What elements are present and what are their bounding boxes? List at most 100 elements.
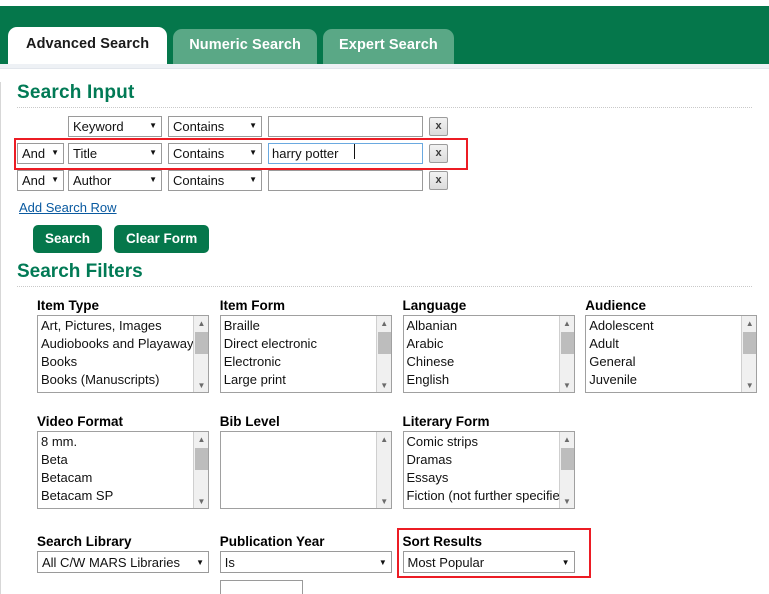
search-library-select[interactable]: All C/W MARS Libraries ▼ <box>37 551 209 573</box>
scrollbar[interactable]: ▲ ▼ <box>193 432 208 508</box>
filter-literary-form-listbox[interactable]: Comic strips Dramas Essays Fiction (not … <box>403 431 575 509</box>
list-item[interactable]: Books (Manuscripts) <box>38 371 193 389</box>
list-item[interactable]: Electronic <box>221 353 376 371</box>
list-item[interactable]: Chinese <box>404 353 559 371</box>
tab-numeric-search[interactable]: Numeric Search <box>173 29 317 64</box>
scroll-down-icon[interactable]: ▼ <box>377 494 392 508</box>
filter-bib-level-label: Bib Level <box>220 414 403 429</box>
field-select-2[interactable]: Author ▼ <box>68 170 162 191</box>
scroll-down-icon[interactable]: ▼ <box>194 494 209 508</box>
scroll-down-icon[interactable]: ▼ <box>377 378 392 392</box>
listbox-options: Comic strips Dramas Essays Fiction (not … <box>404 432 559 505</box>
filter-sort-results-label: Sort Results <box>403 534 586 549</box>
scroll-up-icon[interactable]: ▲ <box>560 432 575 446</box>
scrollbar[interactable]: ▲ ▼ <box>559 432 574 508</box>
match-select-2-value: Contains <box>173 173 243 188</box>
list-item[interactable]: Beta <box>38 451 193 469</box>
scroll-up-icon[interactable]: ▲ <box>377 316 392 330</box>
list-item[interactable]: Fiction (not further specifie <box>404 487 559 505</box>
match-select-2[interactable]: Contains ▼ <box>168 170 262 191</box>
add-search-row-link[interactable]: Add Search Row <box>19 200 117 215</box>
tab-strip: Advanced Search Numeric Search Expert Se… <box>8 27 454 64</box>
scrollbar-thumb[interactable] <box>195 332 208 354</box>
scroll-down-icon[interactable]: ▼ <box>742 378 757 392</box>
scrollbar[interactable]: ▲ ▼ <box>741 316 756 392</box>
filter-video-format-label: Video Format <box>37 414 220 429</box>
scrollbar-thumb[interactable] <box>378 332 391 354</box>
chevron-down-icon: ▼ <box>149 176 157 184</box>
scroll-up-icon[interactable]: ▲ <box>742 316 757 330</box>
scrollbar-thumb[interactable] <box>561 332 574 354</box>
search-filters-heading: Search Filters <box>17 261 768 283</box>
list-item[interactable]: Direct electronic <box>221 335 376 353</box>
list-item[interactable]: Juvenile <box>586 371 741 389</box>
filter-item-type: Item Type Art, Pictures, Images Audioboo… <box>37 298 220 393</box>
field-select-0-value: Keyword <box>73 119 143 134</box>
list-item[interactable]: Braille <box>221 317 376 335</box>
list-item[interactable]: Adolescent <box>586 317 741 335</box>
scroll-up-icon[interactable]: ▲ <box>194 432 209 446</box>
scroll-up-icon[interactable]: ▲ <box>194 316 209 330</box>
sort-results-select[interactable]: Most Popular ▼ <box>403 551 575 573</box>
list-item[interactable]: General <box>586 353 741 371</box>
list-item[interactable]: English <box>404 371 559 389</box>
scroll-up-icon[interactable]: ▲ <box>560 316 575 330</box>
list-item[interactable]: Essays <box>404 469 559 487</box>
scroll-up-icon[interactable]: ▲ <box>377 432 392 446</box>
list-item[interactable]: Adult <box>586 335 741 353</box>
filter-item-form-listbox[interactable]: Braille Direct electronic Electronic Lar… <box>220 315 392 393</box>
match-select-0[interactable]: Contains ▼ <box>168 116 262 137</box>
list-item[interactable]: Arabic <box>404 335 559 353</box>
list-item[interactable]: Art, Pictures, Images <box>38 317 193 335</box>
scrollbar-thumb[interactable] <box>195 448 208 470</box>
chevron-down-icon: ▼ <box>562 558 570 567</box>
list-item[interactable]: 8 mm. <box>38 433 193 451</box>
field-select-1-value: Title <box>73 146 143 161</box>
list-item[interactable]: Dramas <box>404 451 559 469</box>
search-button[interactable]: Search <box>33 225 102 253</box>
field-select-0[interactable]: Keyword ▼ <box>68 116 162 137</box>
publication-year-select[interactable]: Is ▼ <box>220 551 392 573</box>
list-item[interactable]: Large print <box>221 371 376 389</box>
list-item[interactable]: Audiobooks and Playaway <box>38 335 193 353</box>
list-item[interactable]: Comic strips <box>404 433 559 451</box>
remove-row-button-2[interactable]: x <box>429 171 448 190</box>
search-term-input-2[interactable] <box>268 170 423 191</box>
chevron-down-icon: ▼ <box>149 149 157 157</box>
list-item[interactable]: Betacam SP <box>38 487 193 505</box>
scrollbar[interactable]: ▲ ▼ <box>376 316 391 392</box>
filter-language-listbox[interactable]: Albanian Arabic Chinese English ▲ ▼ <box>403 315 575 393</box>
search-term-input-0[interactable] <box>268 116 423 137</box>
filter-sort-results: Sort Results Most Popular ▼ <box>403 534 586 594</box>
filter-video-format-listbox[interactable]: 8 mm. Beta Betacam Betacam SP ▲ ▼ <box>37 431 209 509</box>
filter-item-type-listbox[interactable]: Art, Pictures, Images Audiobooks and Pla… <box>37 315 209 393</box>
chevron-down-icon: ▼ <box>249 122 257 130</box>
scrollbar[interactable]: ▲ ▼ <box>559 316 574 392</box>
filter-audience-listbox[interactable]: Adolescent Adult General Juvenile ▲ ▼ <box>585 315 757 393</box>
scroll-down-icon[interactable]: ▼ <box>560 378 575 392</box>
filter-item-form-label: Item Form <box>220 298 403 313</box>
scroll-down-icon[interactable]: ▼ <box>560 494 575 508</box>
scrollbar[interactable]: ▲ ▼ <box>376 432 391 508</box>
tab-advanced-search[interactable]: Advanced Search <box>8 27 167 64</box>
field-select-1[interactable]: Title ▼ <box>68 143 162 164</box>
publication-year-input[interactable] <box>220 580 303 594</box>
list-item[interactable]: Albanian <box>404 317 559 335</box>
remove-row-button-0[interactable]: x <box>429 117 448 136</box>
scroll-down-icon[interactable]: ▼ <box>194 378 209 392</box>
list-item[interactable]: Betacam <box>38 469 193 487</box>
remove-row-button-1[interactable]: x <box>429 144 448 163</box>
list-item[interactable]: Books <box>38 353 193 371</box>
tab-expert-search[interactable]: Expert Search <box>323 29 454 64</box>
match-select-1[interactable]: Contains ▼ <box>168 143 262 164</box>
search-library-value: All C/W MARS Libraries <box>42 555 192 570</box>
operator-select-1[interactable]: And ▼ <box>17 143 64 164</box>
scrollbar-thumb[interactable] <box>743 332 756 354</box>
scrollbar-thumb[interactable] <box>561 448 574 470</box>
close-icon: x <box>435 174 441 186</box>
clear-form-button[interactable]: Clear Form <box>114 225 209 253</box>
scrollbar[interactable]: ▲ ▼ <box>193 316 208 392</box>
filter-bib-level-listbox[interactable]: ▲ ▼ <box>220 431 392 509</box>
operator-select-2[interactable]: And ▼ <box>17 170 64 191</box>
search-term-input-1[interactable] <box>268 143 423 164</box>
